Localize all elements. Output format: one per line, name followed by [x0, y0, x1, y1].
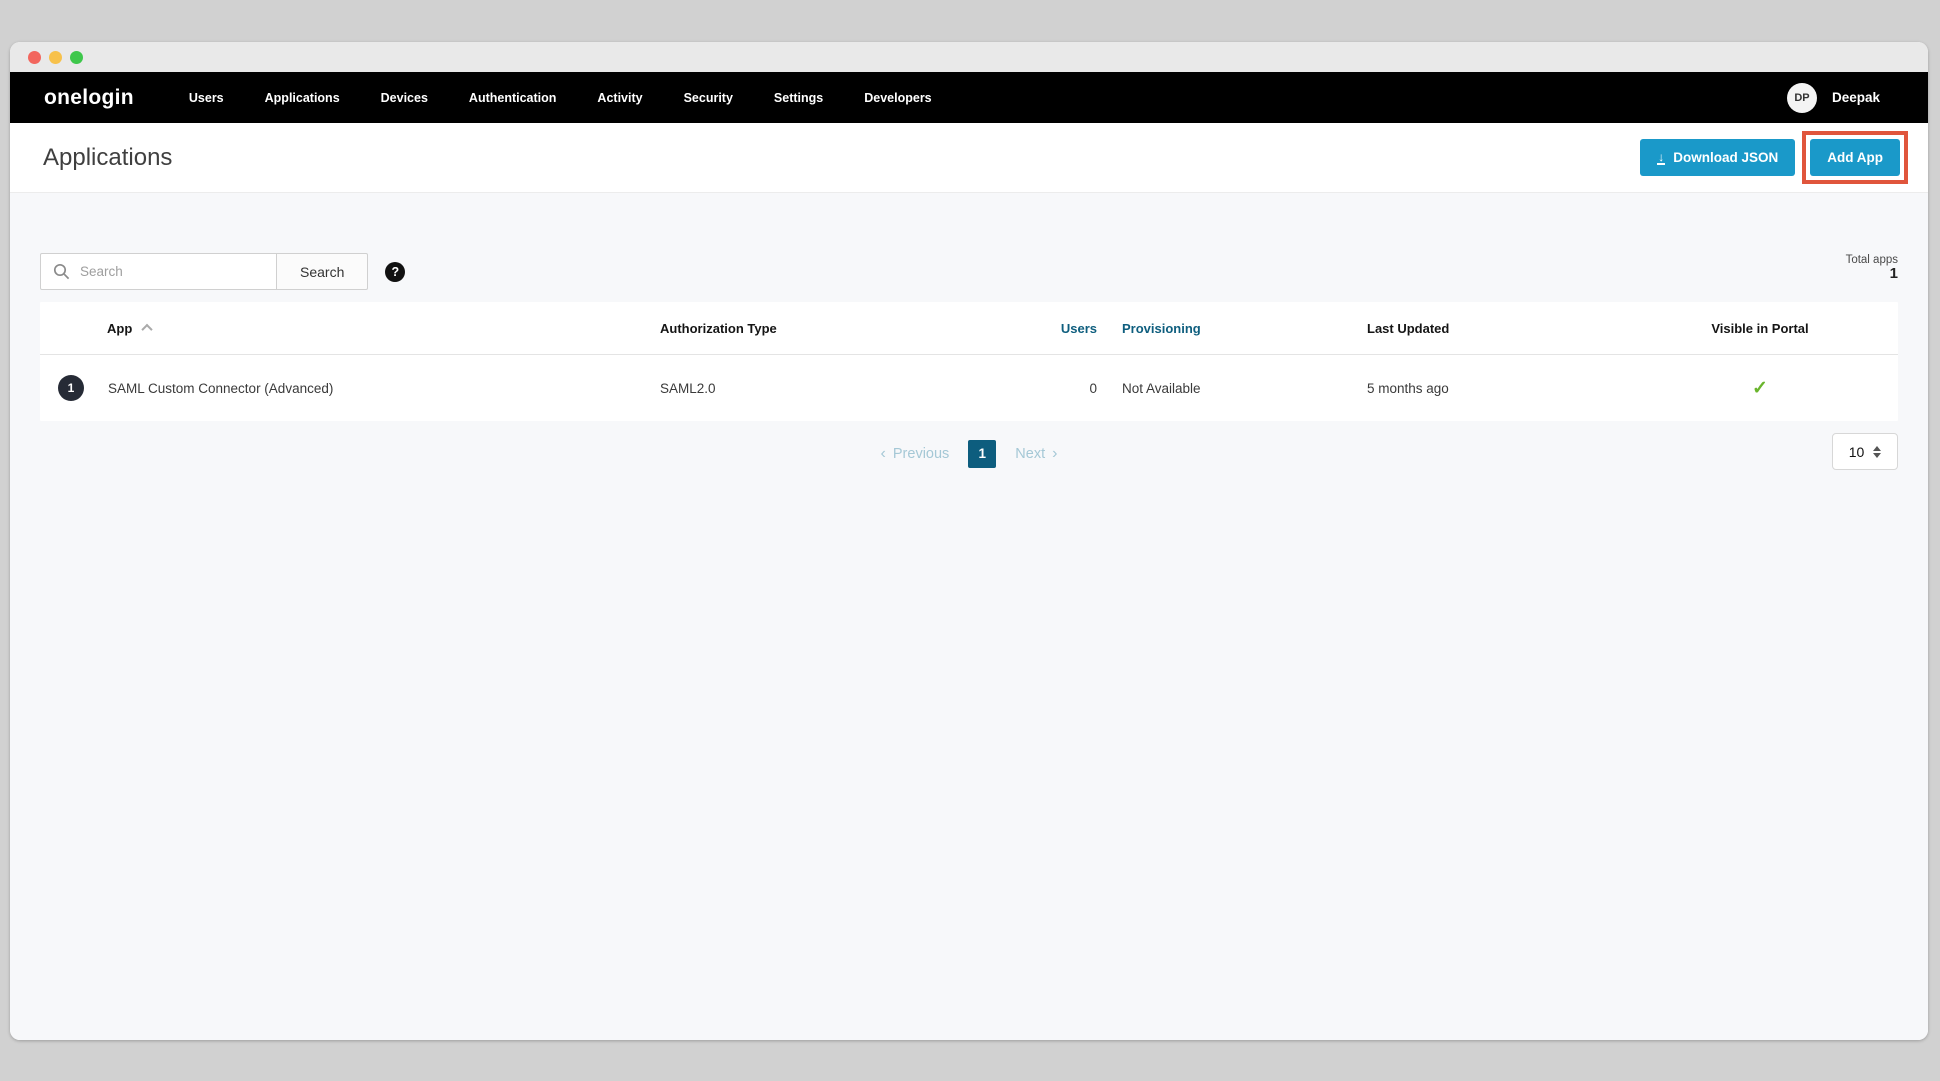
- row-number-badge: 1: [58, 375, 84, 401]
- nav-item-activity[interactable]: Activity: [597, 91, 642, 105]
- next-page-button[interactable]: Next ›: [1015, 445, 1057, 463]
- cell-authorization-type: SAML2.0: [660, 381, 997, 396]
- column-header-last-updated[interactable]: Last Updated: [1367, 321, 1622, 336]
- cell-provisioning: Not Available: [1097, 381, 1367, 396]
- spinner-arrows-icon: [1873, 446, 1881, 458]
- column-header-users[interactable]: Users: [997, 321, 1097, 336]
- nav-items: Users Applications Devices Authenticatio…: [189, 91, 932, 105]
- search-group: Search ?: [40, 253, 405, 290]
- previous-label: Previous: [893, 446, 949, 462]
- cell-users: 0: [997, 381, 1097, 396]
- applications-table: App Authorization Type Users Provisionin…: [40, 302, 1898, 421]
- chevron-left-icon: ‹: [881, 445, 886, 463]
- nav-item-developers[interactable]: Developers: [864, 91, 931, 105]
- nav-item-security[interactable]: Security: [684, 91, 733, 105]
- search-input[interactable]: [80, 264, 264, 279]
- column-header-provisioning[interactable]: Provisioning: [1097, 321, 1367, 336]
- total-apps-value: 1: [1846, 266, 1898, 283]
- page-size-select[interactable]: 10: [1832, 433, 1898, 470]
- download-json-label: Download JSON: [1673, 150, 1778, 165]
- nav-item-settings[interactable]: Settings: [774, 91, 823, 105]
- column-header-app-label: App: [107, 321, 132, 336]
- app-window: onelogin Users Applications Devices Auth…: [10, 42, 1928, 1040]
- avatar[interactable]: DP: [1787, 83, 1817, 113]
- table-row[interactable]: 1 SAML Custom Connector (Advanced) SAML2…: [40, 355, 1898, 421]
- page-size-value: 10: [1849, 444, 1865, 460]
- current-page-button[interactable]: 1: [968, 440, 996, 468]
- download-json-button[interactable]: ↓ Download JSON: [1640, 139, 1795, 176]
- help-icon[interactable]: ?: [385, 262, 405, 282]
- minimize-window-icon[interactable]: [49, 51, 62, 64]
- sort-asc-icon: [142, 324, 153, 335]
- column-header-visible-in-portal[interactable]: Visible in Portal: [1622, 321, 1898, 336]
- user-name[interactable]: Deepak: [1832, 90, 1880, 105]
- download-icon: ↓: [1657, 151, 1665, 165]
- header-actions: ↓ Download JSON Add App: [1640, 131, 1908, 184]
- next-label: Next: [1015, 446, 1045, 462]
- nav-item-devices[interactable]: Devices: [381, 91, 428, 105]
- user-menu[interactable]: DP Deepak: [1787, 83, 1880, 113]
- toolbar-row: Search ? Total apps 1: [40, 253, 1898, 290]
- total-apps: Total apps 1: [1846, 253, 1898, 283]
- pagination: ‹ Previous 1 Next › 10: [40, 435, 1898, 472]
- table-header-row: App Authorization Type Users Provisionin…: [40, 302, 1898, 355]
- top-navbar: onelogin Users Applications Devices Auth…: [10, 72, 1928, 123]
- mac-titlebar: [10, 42, 1928, 72]
- search-input-wrap: [40, 253, 277, 290]
- column-header-authorization-type[interactable]: Authorization Type: [660, 321, 997, 336]
- nav-item-users[interactable]: Users: [189, 91, 224, 105]
- column-header-app[interactable]: App: [40, 321, 660, 336]
- cell-app: 1 SAML Custom Connector (Advanced): [40, 375, 660, 401]
- close-window-icon[interactable]: [28, 51, 41, 64]
- app-name-link[interactable]: SAML Custom Connector (Advanced): [108, 381, 333, 396]
- chevron-right-icon: ›: [1052, 445, 1057, 463]
- main-content: Search ? Total apps 1 App Authorization …: [10, 193, 1928, 1040]
- previous-page-button[interactable]: ‹ Previous: [881, 445, 950, 463]
- cell-last-updated: 5 months ago: [1367, 381, 1622, 396]
- search-button[interactable]: Search: [276, 253, 368, 290]
- nav-item-applications[interactable]: Applications: [265, 91, 340, 105]
- search-icon: [53, 263, 70, 280]
- zoom-window-icon[interactable]: [70, 51, 83, 64]
- visible-check-icon: ✓: [1622, 377, 1898, 400]
- add-app-highlight-box: Add App: [1802, 131, 1908, 184]
- add-app-button[interactable]: Add App: [1810, 139, 1900, 176]
- page-header: Applications ↓ Download JSON Add App: [10, 123, 1928, 193]
- page-title: Applications: [43, 144, 172, 172]
- onelogin-logo[interactable]: onelogin: [44, 86, 134, 110]
- nav-item-authentication[interactable]: Authentication: [469, 91, 557, 105]
